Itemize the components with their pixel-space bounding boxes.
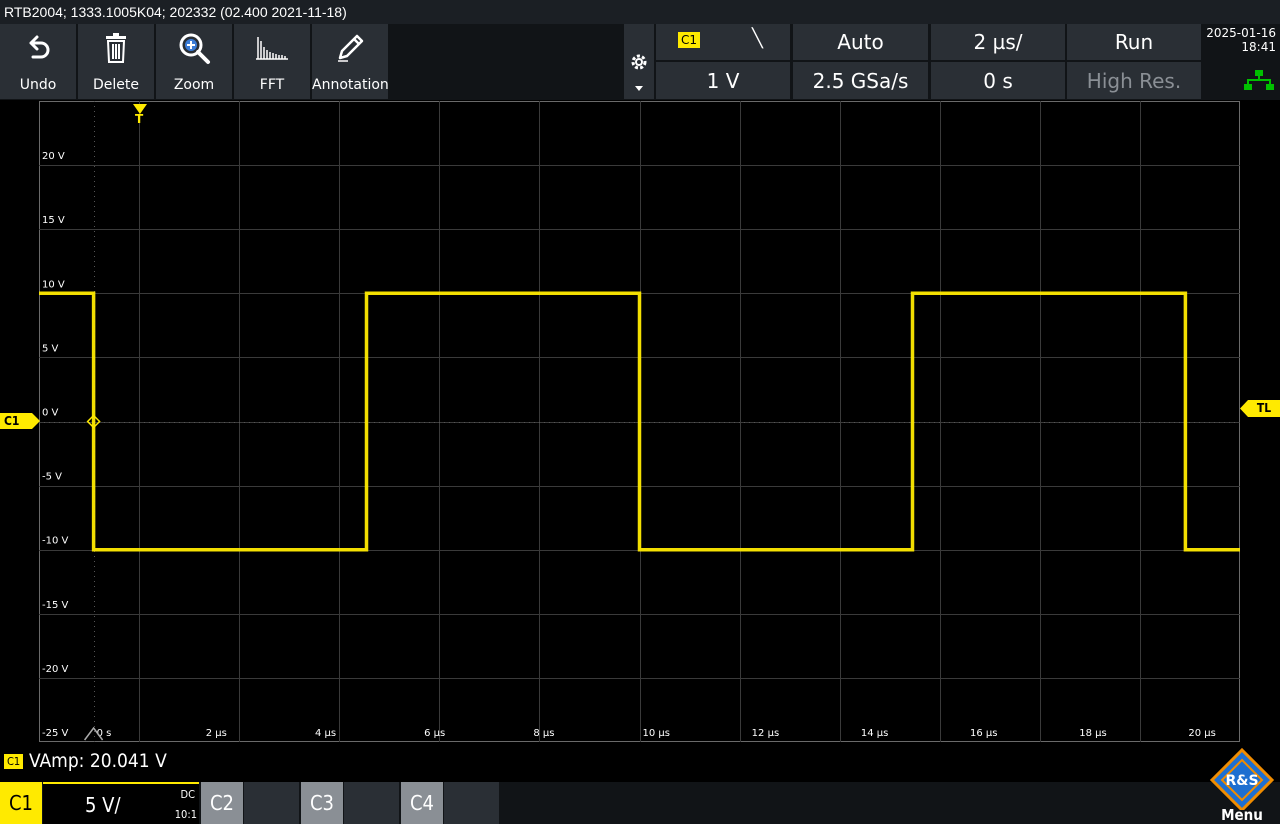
y-tick-label: 5 V [42,343,59,354]
channel-c4-tab[interactable]: C4 [401,782,443,824]
x-tick-label: 16 µs [970,728,997,739]
zoom-button[interactable]: Zoom [156,24,232,99]
trigger-source-cell[interactable]: C1 ╲ [656,24,790,60]
channel-offset-marker[interactable]: C1 [0,413,40,429]
measurement-value: VAmp: 20.041 V [29,750,167,772]
trigger-level-value: 1 V [706,68,740,93]
zoom-icon [179,33,210,64]
title-bar: RTB2004; 1333.1005K04; 202332 (02.400 20… [0,0,1280,24]
x-tick-label: 0 s [97,728,112,739]
date-text: 2025-01-16 [1206,26,1276,40]
rs-logo-text: R&S [1225,773,1258,789]
title-text: RTB2004; 1333.1005K04; 202332 (02.400 20… [4,4,347,20]
waveform-trace [39,291,1240,552]
menu-label: Menu [1221,806,1263,824]
x-tick-label: 10 µs [643,728,670,739]
measurement-bar: C1 VAmp: 20.041 V [0,746,1280,780]
clock: 2025-01-16 18:41 [1204,24,1280,99]
channel-c2-tab[interactable]: C2 [201,782,243,824]
measurement-channel-badge: C1 [4,754,24,769]
y-tick-label: 20 V [42,151,65,162]
channel-c4-settings[interactable] [444,782,499,824]
network-icon [1244,70,1274,90]
waveform-display[interactable]: 20 V 15 V 10 V 5 V 0 V -5 V -10 V -15 V -20 V -25… [39,101,1240,742]
trigger-source-badge: C1 [678,32,701,48]
timebase-value: 2 µs/ [973,30,1023,54]
y-tick-label: 10 V [42,279,65,290]
y-tick-label: -10 V [42,536,69,547]
trigger-mode-cell[interactable]: Auto [793,24,928,60]
delete-label: Delete [93,77,139,93]
annotation-label: Annotation [312,77,389,93]
trigger-position-marker[interactable]: T [133,101,147,129]
trigger-edge-icon: ╲ [752,28,763,49]
trash-icon [106,33,126,63]
rs-logo-icon: R&S [1209,747,1275,813]
channel-c4-label: C4 [409,791,434,815]
caret-down-icon [635,86,643,91]
menu-button[interactable]: R&S Menu [1204,747,1280,824]
x-tick-label: 6 µs [424,728,445,739]
time-text: 18:41 [1241,40,1276,54]
y-tick-label: -15 V [42,600,69,611]
y-tick-label: -20 V [42,664,69,675]
y-tick-label: 0 V [42,408,59,419]
trigger-level-cell[interactable]: 1 V [656,62,790,99]
acquisition-mode-cell[interactable]: High Res. [1067,62,1201,99]
trigger-marker-label: T [135,112,144,126]
marker-arrow-right-icon [32,413,40,429]
undo-icon [29,35,50,59]
settings-button[interactable] [624,24,654,99]
undo-button[interactable]: Undo [0,24,76,99]
timebase-cell[interactable]: 2 µs/ [931,24,1065,60]
gear-icon [631,54,647,70]
fft-button[interactable]: FFT [234,24,310,99]
x-tick-label: 18 µs [1079,728,1106,739]
trigger-mode-value: Auto [837,30,884,54]
annotation-button[interactable]: Annotation [312,24,389,99]
run-state-value: Run [1114,30,1154,54]
sample-rate-cell[interactable]: 2.5 GSa/s [793,62,928,99]
channel-c2-label: C2 [209,791,234,815]
channel-c1-label: C1 [8,791,33,815]
fft-label: FFT [259,77,285,93]
channel-c1-scale: 5 V/ [85,793,121,817]
channel-marker-label: C1 [4,414,20,428]
channel-c3-tab[interactable]: C3 [301,782,343,824]
channel-c1-settings[interactable]: 5 V/ DC 10:1 [43,782,199,824]
run-stop-cell[interactable]: Run [1067,24,1201,60]
channel-c3-settings[interactable] [344,782,399,824]
channel-c1-probe: 10:1 [174,808,197,821]
x-tick-label: 4 µs [315,728,336,739]
marker-arrow-left-icon [1240,400,1248,417]
horizontal-position-value: 0 s [983,68,1013,93]
x-tick-label: 14 µs [861,728,888,739]
y-tick-label: 15 V [42,215,65,226]
delete-button[interactable]: Delete [78,24,154,99]
acquisition-mode-value: High Res. [1086,68,1182,93]
undo-label: Undo [19,77,57,93]
trigger-level-marker-label: TL [1256,401,1272,415]
x-tick-label: 2 µs [206,728,227,739]
x-tick-label: 20 µs [1188,728,1215,739]
channel-c3-label: C3 [309,791,334,815]
fft-icon [256,37,288,60]
channel-c1-tab[interactable]: C1 [0,782,42,824]
y-tick-label: -5 V [42,472,62,483]
x-tick-label: 12 µs [752,728,779,739]
sample-rate-value: 2.5 GSa/s [812,68,909,93]
channel-c1-coupling: DC [180,788,195,801]
horizontal-position-cell[interactable]: 0 s [931,62,1065,99]
trigger-level-marker[interactable]: TL [1240,400,1280,417]
zoom-label: Zoom [173,77,215,93]
y-tick-label: -25 V [42,728,69,739]
channel-c2-settings[interactable] [244,782,299,824]
pencil-icon [338,34,364,62]
x-tick-label: 8 µs [533,728,554,739]
